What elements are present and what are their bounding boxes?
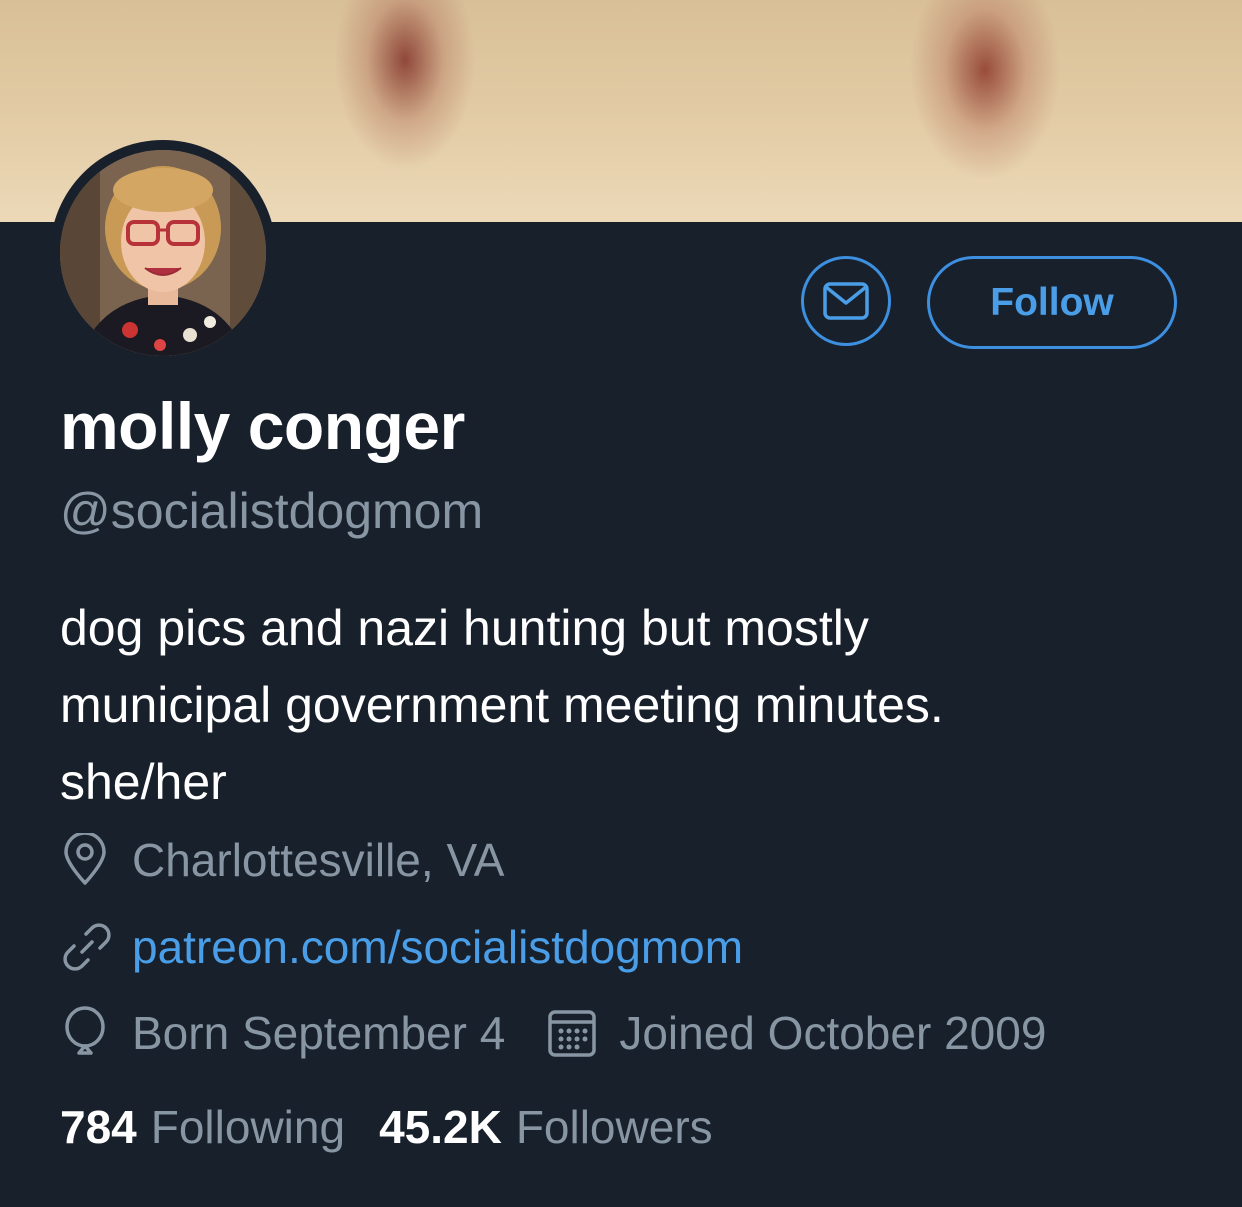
- location-pin-icon: [60, 830, 122, 890]
- followers-count: 45.2K: [379, 1101, 502, 1153]
- bio-line: she/her: [60, 754, 227, 810]
- website-row: patreon.com/socialistdogmom: [60, 917, 743, 977]
- joined-text: Joined October 2009: [619, 1007, 1047, 1059]
- username-handle: @socialistdogmom: [60, 483, 484, 539]
- following-stat[interactable]: 784 Following: [60, 1100, 345, 1154]
- avatar-image: [60, 150, 266, 356]
- message-button[interactable]: [801, 256, 891, 346]
- profile-bio: dog pics and nazi hunting but mostly mun…: [60, 590, 1180, 821]
- display-name: molly conger: [60, 389, 465, 463]
- balloon-icon: [60, 1003, 122, 1063]
- website-link[interactable]: patreon.com/socialistdogmom: [132, 920, 743, 974]
- dates-row: Born September 4 Joined October 2009: [60, 1003, 1046, 1063]
- following-count: 784: [60, 1101, 137, 1153]
- followers-label: Followers: [515, 1101, 713, 1153]
- followers-stat[interactable]: 45.2K Followers: [379, 1100, 713, 1154]
- follow-button[interactable]: Follow: [927, 256, 1177, 349]
- bio-line: municipal government meeting minutes.: [60, 677, 944, 733]
- link-icon: [60, 917, 122, 977]
- avatar[interactable]: [60, 150, 266, 356]
- envelope-icon: [823, 282, 869, 320]
- following-label: Following: [150, 1101, 346, 1153]
- calendar-icon: [547, 1003, 609, 1063]
- location-text: Charlottesville, VA: [132, 834, 505, 886]
- profile-page: Follow molly conger @socialistdogmom dog…: [0, 0, 1242, 1207]
- location-row: Charlottesville, VA: [60, 830, 504, 890]
- birthday-text: Born September 4: [132, 1007, 506, 1059]
- bio-line: dog pics and nazi hunting but mostly: [60, 600, 869, 656]
- profile-stats: 784 Following 45.2K Followers: [60, 1100, 713, 1154]
